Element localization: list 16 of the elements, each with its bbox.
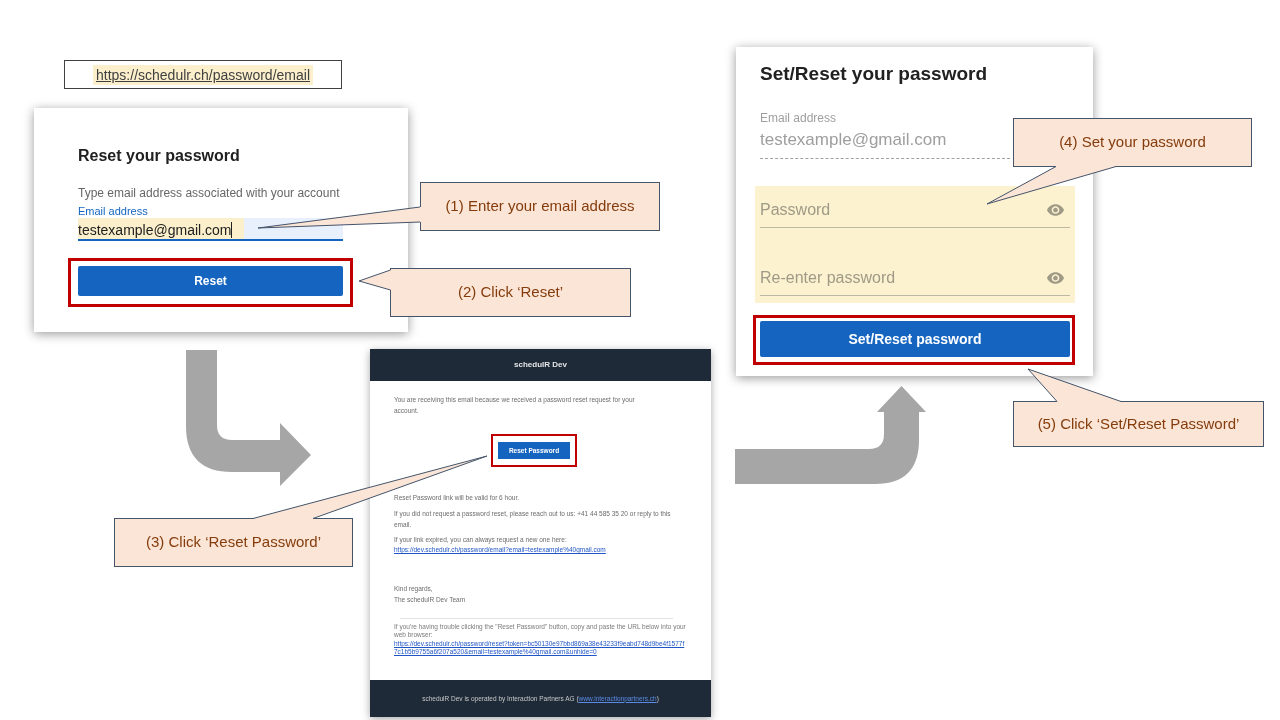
callout-pointer (358, 269, 393, 291)
reset-button[interactable]: Reset (78, 266, 343, 296)
callout: (1) Enter your email address (420, 182, 660, 231)
email-header-title: schedulR Dev (514, 359, 567, 371)
eye-icon[interactable] (1047, 204, 1064, 216)
callout: (2) Click ‘Reset’ (390, 268, 631, 317)
password-input[interactable]: Re-enter password (760, 260, 1070, 296)
url-link[interactable]: https://schedulr.ch/password/email (93, 64, 313, 85)
form-title: Set/Reset your password (760, 62, 989, 86)
eye-icon[interactable] (1047, 272, 1064, 284)
email-label: Email address (760, 111, 837, 125)
set-password-button[interactable]: Set/Reset password (760, 321, 1070, 357)
callout: (3) Click ‘Reset Password’ (114, 518, 353, 567)
form-title: Reset your password (78, 146, 241, 166)
email-label: Email address (78, 205, 148, 218)
form-description: Type email address associated with your account (78, 185, 341, 201)
